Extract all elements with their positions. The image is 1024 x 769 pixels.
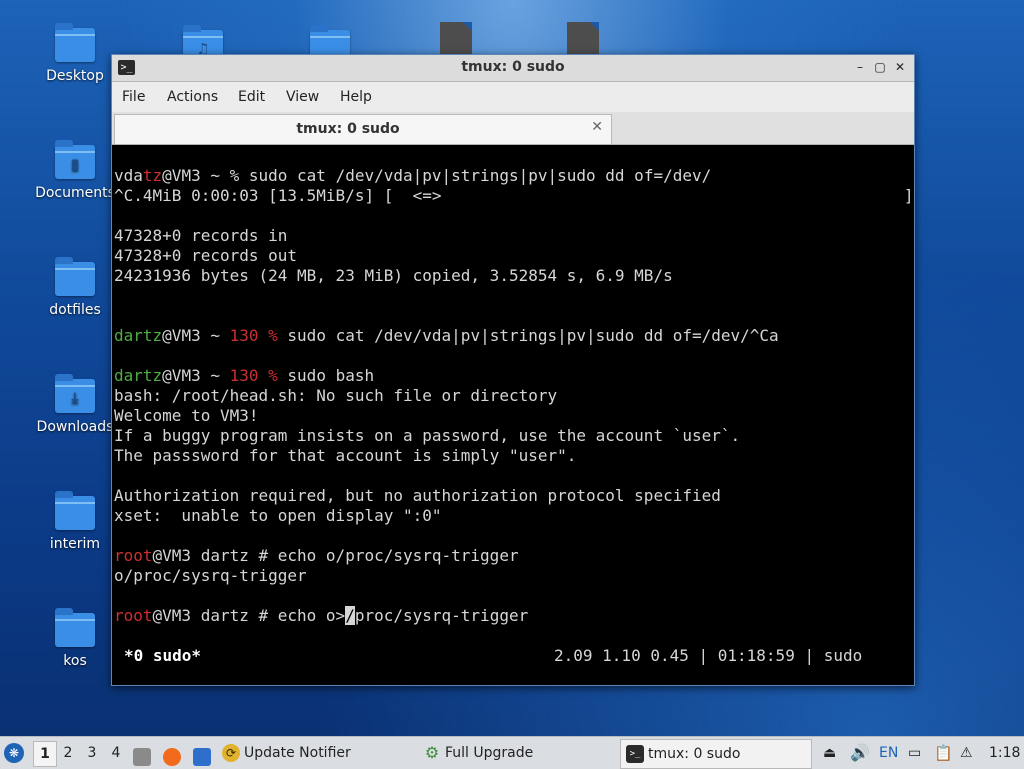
taskbar: ❋ 1 2 3 4 ⟳ Update Notifier ⚙ Full Upgrade… bbox=[0, 736, 1024, 769]
desktop-icon-documents[interactable]: ▮ Documents bbox=[35, 140, 115, 201]
file-manager-launcher[interactable] bbox=[133, 737, 155, 769]
terminal-line: bash: /root/head.sh: No such file or dir… bbox=[114, 386, 558, 405]
clock[interactable]: 1:18 bbox=[989, 737, 1020, 769]
terminal-cursor: / bbox=[345, 606, 355, 625]
lubuntu-logo-icon: ❋ bbox=[4, 743, 24, 763]
task-label: Update Notifier bbox=[244, 745, 351, 761]
desktop-launcher[interactable] bbox=[193, 737, 215, 769]
terminal-line: If a buggy program insists on a password… bbox=[114, 426, 741, 445]
tmux-status-info: 2.09 1.10 0.45 | 01:18:59 | sudo bbox=[554, 646, 863, 665]
terminal-output[interactable]: vdatz@VM3 ~ % sudo cat /dev/vda|pv|strin… bbox=[114, 146, 914, 680]
terminal-line: 47328+0 records out bbox=[114, 246, 298, 265]
terminal-line: vdatz@VM3 ~ % sudo cat /dev/vda|pv|strin… bbox=[114, 166, 712, 185]
folder-icon bbox=[55, 608, 95, 647]
gear-icon: ⚙ bbox=[424, 743, 440, 762]
desktop-icon-dotfiles[interactable]: dotfiles bbox=[35, 257, 115, 318]
terminal-window[interactable]: >_ tmux: 0 sudo – ▢ ✕ File Actions Edit … bbox=[111, 54, 915, 686]
terminal-line: ^C.4MiB 0:00:03 [13.5MiB/s] [ <=> ] bbox=[114, 186, 914, 205]
update-notifier-icon: ⟳ bbox=[222, 744, 240, 762]
show-desktop-icon bbox=[193, 747, 211, 766]
language-indicator[interactable]: EN bbox=[879, 737, 898, 769]
terminal-prompt-line: root@VM3 dartz # echo o/proc/sysrq-trigg… bbox=[114, 546, 519, 565]
folder-icon bbox=[55, 23, 95, 62]
firefox-icon bbox=[163, 747, 181, 766]
workspace-2[interactable]: 2 bbox=[57, 741, 79, 765]
terminal-line: The passsword for that account is simply… bbox=[114, 446, 577, 465]
display-icon[interactable]: ▭ bbox=[908, 737, 921, 769]
desktop-icon-label: kos bbox=[63, 653, 87, 669]
desktop-icon-label: Downloads bbox=[36, 419, 114, 435]
menu-edit[interactable]: Edit bbox=[238, 89, 265, 105]
terminal-line: 47328+0 records in bbox=[114, 226, 288, 245]
menu-help[interactable]: Help bbox=[340, 89, 372, 105]
folder-icon bbox=[55, 257, 95, 296]
desktop-icon-desktop[interactable]: Desktop bbox=[35, 23, 115, 84]
terminal-icon: >_ bbox=[626, 745, 644, 763]
tmux-status-window: *0 sudo* bbox=[124, 646, 202, 665]
terminal-prompt-line: root@VM3 dartz # echo o>/proc/sysrq-trig… bbox=[114, 606, 529, 625]
clipboard-icon[interactable]: 📋 bbox=[934, 737, 953, 769]
desktop-icon-downloads[interactable]: ⤓ Downloads bbox=[35, 374, 115, 435]
volume-icon[interactable]: 🔊 bbox=[850, 737, 870, 769]
desktop-icon-label: interim bbox=[49, 536, 101, 552]
maximize-icon[interactable]: ▢ bbox=[872, 59, 888, 75]
window-title: tmux: 0 sudo bbox=[461, 59, 565, 75]
document-folder-icon: ▮ bbox=[55, 140, 95, 179]
terminal-line: 24231936 bytes (24 MB, 23 MiB) copied, 3… bbox=[114, 266, 673, 285]
terminal-line: Welcome to VM3! bbox=[114, 406, 259, 425]
update-alert-icon[interactable]: ⚠ bbox=[960, 737, 973, 769]
tab-title: tmux: 0 sudo bbox=[296, 121, 400, 137]
minimize-icon[interactable]: – bbox=[852, 59, 868, 75]
task-label: Full Upgrade bbox=[445, 745, 534, 761]
eject-icon[interactable]: ⏏ bbox=[823, 737, 836, 769]
firefox-launcher[interactable] bbox=[163, 737, 185, 769]
file-manager-icon bbox=[133, 747, 151, 766]
terminal-line: Authorization required, but no authoriza… bbox=[114, 486, 721, 505]
download-folder-icon: ⤓ bbox=[55, 374, 95, 413]
desktop-icon-label: Desktop bbox=[46, 68, 104, 84]
workspace-1[interactable]: 1 bbox=[33, 741, 57, 767]
workspace-3[interactable]: 3 bbox=[81, 741, 103, 765]
terminal-prompt-line: dartz@VM3 ~ 130 % sudo cat /dev/vda|pv|s… bbox=[114, 326, 779, 345]
close-icon[interactable]: ✕ bbox=[892, 59, 908, 75]
task-full-upgrade[interactable]: ⚙ Full Upgrade bbox=[423, 739, 613, 767]
terminal-prompt-line: dartz@VM3 ~ 130 % sudo bash bbox=[114, 366, 375, 385]
workspace-4[interactable]: 4 bbox=[105, 741, 127, 765]
menu-actions[interactable]: Actions bbox=[167, 89, 218, 105]
desktop-icon-label: dotfiles bbox=[49, 302, 101, 318]
terminal-line: xset: unable to open display ":0" bbox=[114, 506, 442, 525]
task-update-notifier[interactable]: ⟳ Update Notifier bbox=[222, 739, 412, 767]
terminal-line: o/proc/sysrq-trigger bbox=[114, 566, 307, 585]
tab-close-icon[interactable]: ✕ bbox=[591, 119, 603, 135]
task-tmux[interactable]: >_ tmux: 0 sudo bbox=[620, 739, 812, 769]
window-titlebar[interactable]: >_ tmux: 0 sudo – ▢ ✕ bbox=[112, 55, 914, 82]
desktop-icon-interim[interactable]: interim bbox=[35, 491, 115, 552]
desktop-icon-label: Documents bbox=[35, 185, 115, 201]
start-menu-button[interactable]: ❋ bbox=[4, 737, 30, 769]
task-label: tmux: 0 sudo bbox=[648, 746, 741, 762]
tab-tmux[interactable]: tmux: 0 sudo ✕ bbox=[114, 114, 612, 144]
menu-file[interactable]: File bbox=[122, 89, 145, 105]
menu-bar: File Actions Edit View Help bbox=[112, 82, 914, 112]
folder-icon bbox=[55, 491, 95, 530]
tab-bar: tmux: 0 sudo ✕ bbox=[112, 112, 914, 145]
desktop-icon-kos[interactable]: kos bbox=[35, 608, 115, 669]
menu-view[interactable]: View bbox=[286, 89, 319, 105]
